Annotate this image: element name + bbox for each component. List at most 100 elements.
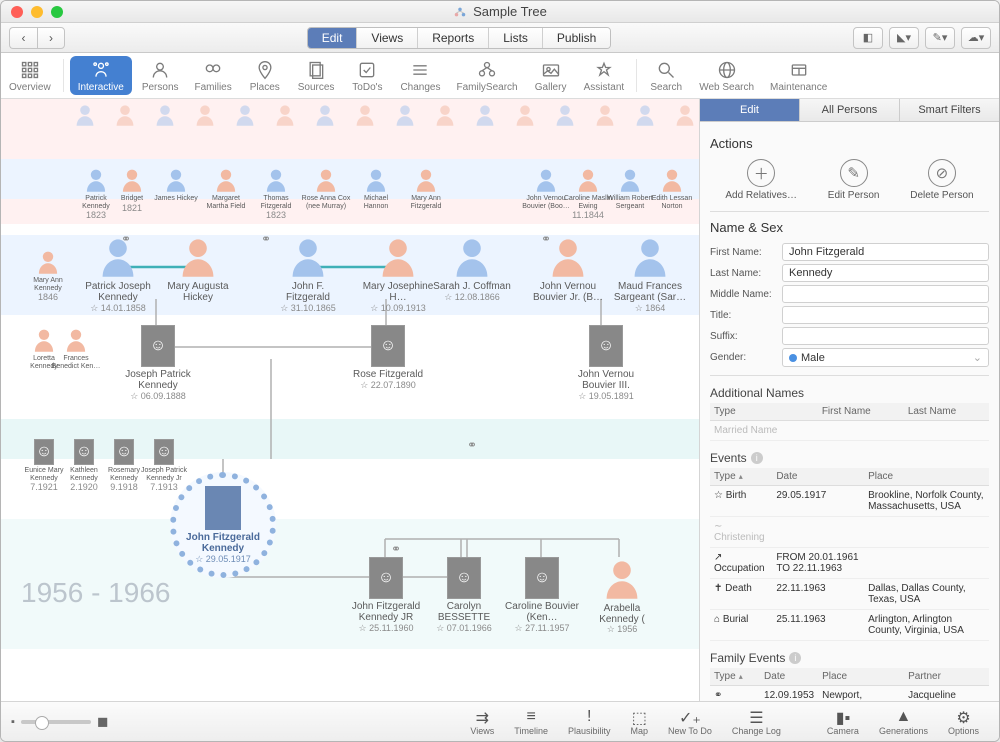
person-node[interactable] [661,103,699,131]
panel-tab-all-persons[interactable]: All Persons [800,99,900,121]
bottom-map[interactable]: ⬚Map [621,708,659,736]
tool-persons[interactable]: Persons [134,53,187,98]
family-events-table[interactable]: Type▴DatePlacePartner ⚭ Marriage12.09.19… [710,668,989,701]
selected-person[interactable]: John Fitzgerald Kennedy☆ 29.05.1917 [170,472,276,578]
tool-gallery[interactable]: Gallery [526,53,576,98]
title-input[interactable] [782,306,989,324]
zoom-window-icon[interactable] [51,6,63,18]
tool-places[interactable]: Places [240,53,290,98]
zoom-slider[interactable] [21,720,91,724]
events-table[interactable]: Type▴DatePlace ☆ Birth29.05.1917Brooklin… [710,468,989,641]
info-icon[interactable]: i [789,652,801,664]
panel-tab-smart-filters[interactable]: Smart Filters [900,99,999,121]
tab-views[interactable]: Views [357,28,418,48]
tool-interactive[interactable]: Interactive [70,56,132,95]
tool-todos[interactable]: ToDo's [342,53,392,98]
bottom-timeline[interactable]: ≡Timeline [504,708,558,736]
person-node[interactable]: James Hickey [151,167,201,203]
gender-select[interactable]: Male⌄ [782,348,989,367]
first-name-input[interactable] [782,243,989,261]
person-node[interactable]: ☺John Vernou Bouvier III.☆ 19.05.1891 [567,325,645,402]
person-icon [313,167,339,193]
event-row[interactable]: ∼ Christening [710,517,772,548]
person-node[interactable]: Frances Benedict Ken… [51,327,101,370]
tab-reports[interactable]: Reports [418,28,489,48]
event-row[interactable]: ✝ Death [710,579,772,610]
person-node[interactable]: Patrick Joseph Kennedy☆ 14.01.1858 [79,235,157,314]
person-node[interactable]: Mary Augusta Hickey [159,235,237,303]
suffix-input[interactable] [782,327,989,345]
person-node[interactable]: ☺Carolyn BESSETTE☆ 07.01.1966 [425,557,503,634]
tool-sources[interactable]: Sources [290,53,343,98]
person-node[interactable]: Margaret Martha Field [201,167,251,210]
tab-publish[interactable]: Publish [543,28,610,48]
person-node[interactable]: Edith Lessan Norton [647,167,697,210]
delete-person-button[interactable]: ⊘Delete Person [910,159,973,201]
document-icon [453,5,467,19]
event-row[interactable]: ↗ Occupation [710,548,772,579]
bottom-camera[interactable]: ▮▪Camera [817,708,869,736]
person-node[interactable]: Maud Frances Sargeant (Sar…☆ 1864 [611,235,689,314]
tool-assistant[interactable]: Assistant [576,53,633,98]
person-icon [263,167,289,193]
bottom-plausibility[interactable]: !Plausibility [558,708,621,736]
person-node[interactable]: ☺John Fitzgerald Kennedy JR☆ 25.11.1960 [347,557,425,634]
tag-button[interactable]: ✎▾ [925,27,955,49]
bottom-newtodo[interactable]: ✓₊New To Do [658,708,722,736]
middle-name-input[interactable] [782,285,989,303]
zoom-out-icon[interactable]: ▪ [11,716,15,728]
tool-maintenance[interactable]: Maintenance [762,53,835,98]
family-event-row[interactable]: ⚭ Marriage [710,686,760,702]
close-window-icon[interactable] [11,6,23,18]
tool-familysearch[interactable]: FamilySearch [448,53,525,98]
tool-search[interactable]: Search [641,53,691,98]
tool-overview[interactable]: Overview [1,53,59,98]
person-node[interactable]: Bridget1821 [107,167,157,213]
cloud-button[interactable]: ☁▾ [961,27,991,49]
bottom-changelog[interactable]: ☰Change Log [722,708,791,736]
nav-forward-button[interactable]: › [37,27,65,49]
add-relatives-button[interactable]: ＋Add Relatives… [725,159,797,201]
tree-canvas[interactable]: 1956 - 1966 ⚭⚭⚭⚭⚭ Patrick Kennedy1823Bri… [1,99,699,701]
panel-tab-edit[interactable]: Edit [700,99,800,121]
info-icon[interactable]: i [751,452,763,464]
person-icon [63,327,89,353]
event-row[interactable]: ☆ Birth [710,486,772,517]
tool-families[interactable]: Families [187,53,240,98]
bookmark-button[interactable]: ◣▾ [889,27,919,49]
tool-websearch[interactable]: Web Search [691,53,762,98]
person-photo: ☺ [34,439,54,465]
person-node[interactable]: Michael Hannon [351,167,401,210]
minimize-window-icon[interactable] [31,6,43,18]
person-node[interactable]: Sarah J. Coffman☆ 12.08.1866 [433,235,511,303]
person-node[interactable]: Thomas Fitzgerald1823 [251,167,301,220]
last-name-input[interactable] [782,264,989,282]
tab-edit[interactable]: Edit [308,28,358,48]
edit-person-button[interactable]: ✎Edit Person [828,159,880,201]
person-node[interactable]: ☺Joseph Patrick Kennedy Jr7.1913 [139,439,189,492]
nav-back-button[interactable]: ‹ [9,27,37,49]
bottom-options[interactable]: ⚙Options [938,708,989,736]
person-node[interactable]: Mary Josephine H…☆ 10.09.1913 [359,235,437,314]
person-node[interactable]: Arabella Kennedy (☆ 1956 [583,557,661,635]
person-photo: ☺ [141,325,175,367]
event-row[interactable]: ⌂ Burial [710,610,772,641]
person-node[interactable]: John F. Fitzgerald☆ 31.10.1865 [269,235,347,314]
person-node[interactable]: John Vernou Bouvier Jr. (B… [529,235,607,303]
person-node[interactable]: Mary Ann Fitzgerald [401,167,451,210]
bottom-views[interactable]: ⇉Views [460,708,504,736]
person-node[interactable]: ☺Joseph Patrick Kennedy☆ 06.09.1888 [119,325,197,402]
sidebar-toggle-button[interactable]: ◧ [853,27,883,49]
person-node[interactable]: ☺Caroline Bouvier (Ken…☆ 27.11.1957 [503,557,581,634]
tab-lists[interactable]: Lists [489,28,543,48]
zoom-in-icon[interactable]: ◼ [97,713,109,730]
tool-changes[interactable]: Changes [392,53,448,98]
person-node[interactable]: ☺Rose Fitzgerald☆ 22.07.1890 [349,325,427,391]
person-icon [546,235,590,279]
bottom-generations[interactable]: ▲Generations [869,708,938,736]
person-node[interactable]: Rose Anna Cox (nee Murray) [301,167,351,210]
person-photo: ☺ [154,439,174,465]
person-node[interactable]: Mary Ann Kennedy1846 [23,249,73,302]
additional-names-table[interactable]: TypeFirst NameLast Name Married Name [710,403,989,441]
panel-scroll[interactable]: Actions ＋Add Relatives… ✎Edit Person ⊘De… [700,122,999,701]
